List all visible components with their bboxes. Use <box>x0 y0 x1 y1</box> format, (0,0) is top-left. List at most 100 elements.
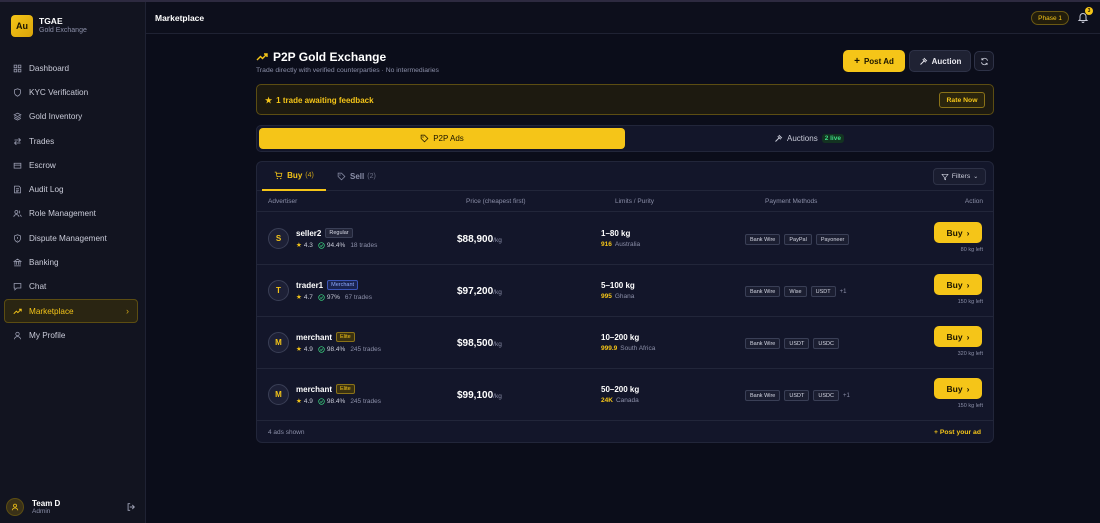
star-icon: ★ <box>265 96 273 105</box>
user-role: Admin <box>32 507 51 515</box>
rate-now-button[interactable]: Rate Now <box>939 92 985 108</box>
buy-button[interactable]: Buy › <box>934 222 982 243</box>
advertiser-stats: ★ 4.9 98.4% 245 trades <box>296 397 382 406</box>
sidebar-item-chat[interactable]: Chat <box>4 275 138 299</box>
check-circle-icon <box>318 293 325 301</box>
tag-icon <box>337 172 346 181</box>
sidebar-item-label: Dashboard <box>29 63 70 73</box>
escrow-icon <box>13 161 22 170</box>
tab-sell-count: (2) <box>367 173 376 180</box>
sidebar-item-dispute-management[interactable]: Dispute Management <box>4 226 138 250</box>
topbar: Marketplace Phase 1 3 <box>146 2 1100 34</box>
sidebar-item-my-profile[interactable]: My Profile <box>4 323 138 347</box>
table-row: Ttrader1 Merchant ★ 4.7 97% 67 trades $97,200/… <box>257 265 993 317</box>
chevron-right-icon: › <box>966 331 970 342</box>
sidebar-item-escrow[interactable]: Escrow <box>4 153 138 177</box>
buy-label: Buy <box>946 227 963 238</box>
notifications-button[interactable]: 3 <box>1077 7 1093 23</box>
price-unit: /kg <box>493 237 502 244</box>
user-icon <box>11 503 19 511</box>
tab-p2p-ads[interactable]: P2P Ads <box>259 128 625 149</box>
auction-button[interactable]: Auction <box>909 50 971 72</box>
tab-buy-count: (4) <box>305 172 314 179</box>
price: $97,200/kg <box>457 286 502 297</box>
chevron-right-icon: › <box>966 383 970 394</box>
users-icon <box>13 209 22 218</box>
advertiser-name-text: merchant <box>296 332 333 342</box>
payment-chip: USDT <box>784 390 810 401</box>
plus-icon: + <box>854 55 860 67</box>
chevron-right-icon: › <box>126 306 129 317</box>
sidebar-item-role-management[interactable]: Role Management <box>4 202 138 226</box>
buy-button[interactable]: Buy › <box>934 326 982 347</box>
gavel-icon <box>775 134 783 142</box>
sidebar-item-label: Banking <box>29 258 59 268</box>
tab-sell[interactable]: Sell (2) <box>337 162 376 191</box>
page-subtitle: Trade directly with verified counterpart… <box>256 67 439 74</box>
sidebar-item-banking[interactable]: Banking <box>4 250 138 274</box>
buy-button[interactable]: Buy › <box>934 274 982 295</box>
feedback-alert: ★ 1 trade awaiting feedback Rate Now <box>256 84 994 115</box>
payment-methods: Bank Wire Wise USDT +1 <box>745 286 846 297</box>
advertiser-name[interactable]: trader1 Merchant <box>296 280 359 290</box>
avatar <box>6 498 24 516</box>
user-profile[interactable]: Team D Admin <box>6 496 136 518</box>
sidebar-item-label: Escrow <box>29 160 56 170</box>
advertiser-name[interactable]: seller2 Regular <box>296 228 353 238</box>
sidebar-item-label: Audit Log <box>29 185 64 195</box>
sidebar-item-trades[interactable]: Trades <box>4 129 138 153</box>
post-your-ad-link[interactable]: + Post your ad <box>934 429 981 436</box>
price-value: $97,200 <box>457 286 494 297</box>
tag-icon <box>420 134 429 143</box>
country: Ghana <box>614 293 635 300</box>
dispute-icon <box>13 234 22 243</box>
phase-badge[interactable]: Phase 1 <box>1031 11 1069 25</box>
buy-button[interactable]: Buy › <box>934 378 982 399</box>
chat-icon <box>13 282 22 292</box>
purity-origin: 24K Canada <box>601 397 639 404</box>
sidebar-item-kyc-verification[interactable]: KYC Verification <box>4 80 138 104</box>
page-title: P2P Gold Exchange <box>256 50 386 64</box>
cart-icon <box>274 171 283 180</box>
purity: 995 <box>601 293 612 300</box>
sidebar-item-gold-inventory[interactable]: Gold Inventory <box>4 105 138 129</box>
more-payments: +1 <box>842 392 850 399</box>
advertiser-name-text: seller2 <box>296 228 322 238</box>
filters-button[interactable]: Filters ⌄ <box>933 168 986 185</box>
check-circle-icon <box>318 345 325 353</box>
payment-chip: USDT <box>784 338 810 349</box>
tab-buy[interactable]: Buy (4) <box>262 162 326 191</box>
sidebar-item-label: My Profile <box>29 330 66 340</box>
live-badge: 2 live <box>821 134 844 143</box>
sidebar-item-dashboard[interactable]: Dashboard <box>4 56 138 80</box>
col-limits: Limits / Purity <box>615 198 655 205</box>
refresh-button[interactable] <box>974 51 994 71</box>
alert-message: ★ 1 trade awaiting feedback <box>265 96 374 105</box>
logout-icon[interactable] <box>126 502 136 512</box>
trade-count: 245 trades <box>350 397 382 405</box>
sidebar-item-audit-log[interactable]: Audit Log <box>4 177 138 201</box>
auction-label: Auction <box>931 56 962 66</box>
payment-chip: Payoneer <box>815 234 850 245</box>
refresh-icon <box>980 57 988 65</box>
advertiser-name[interactable]: merchant Elite <box>296 384 355 394</box>
rating: 4.7 <box>303 293 313 301</box>
sidebar-item-marketplace[interactable]: Marketplace › <box>4 298 138 324</box>
sidebar-item-label: Gold Inventory <box>29 112 83 122</box>
quantity-left: 320 kg left <box>957 351 983 357</box>
gavel-icon <box>919 57 927 65</box>
sidebar-item-label: Marketplace <box>29 306 74 316</box>
buy-label: Buy <box>946 383 963 394</box>
buy-label: Buy <box>946 331 963 342</box>
col-advertiser: Advertiser <box>268 198 298 205</box>
user-icon <box>13 331 22 340</box>
side-tabs: Buy (4) Sell (2) Filters ⌄ <box>257 162 993 191</box>
advertiser-name-text: merchant <box>296 384 333 394</box>
advertiser-avatar: S <box>268 228 289 249</box>
brand[interactable]: Au TGAE Gold Exchange <box>11 14 87 38</box>
advertiser-name[interactable]: merchant Elite <box>296 332 355 342</box>
rating: 4.9 <box>303 345 313 353</box>
tab-auctions[interactable]: Auctions 2 live <box>627 128 991 149</box>
country: Canada <box>615 397 639 404</box>
post-ad-button[interactable]: + Post Ad <box>843 50 905 72</box>
